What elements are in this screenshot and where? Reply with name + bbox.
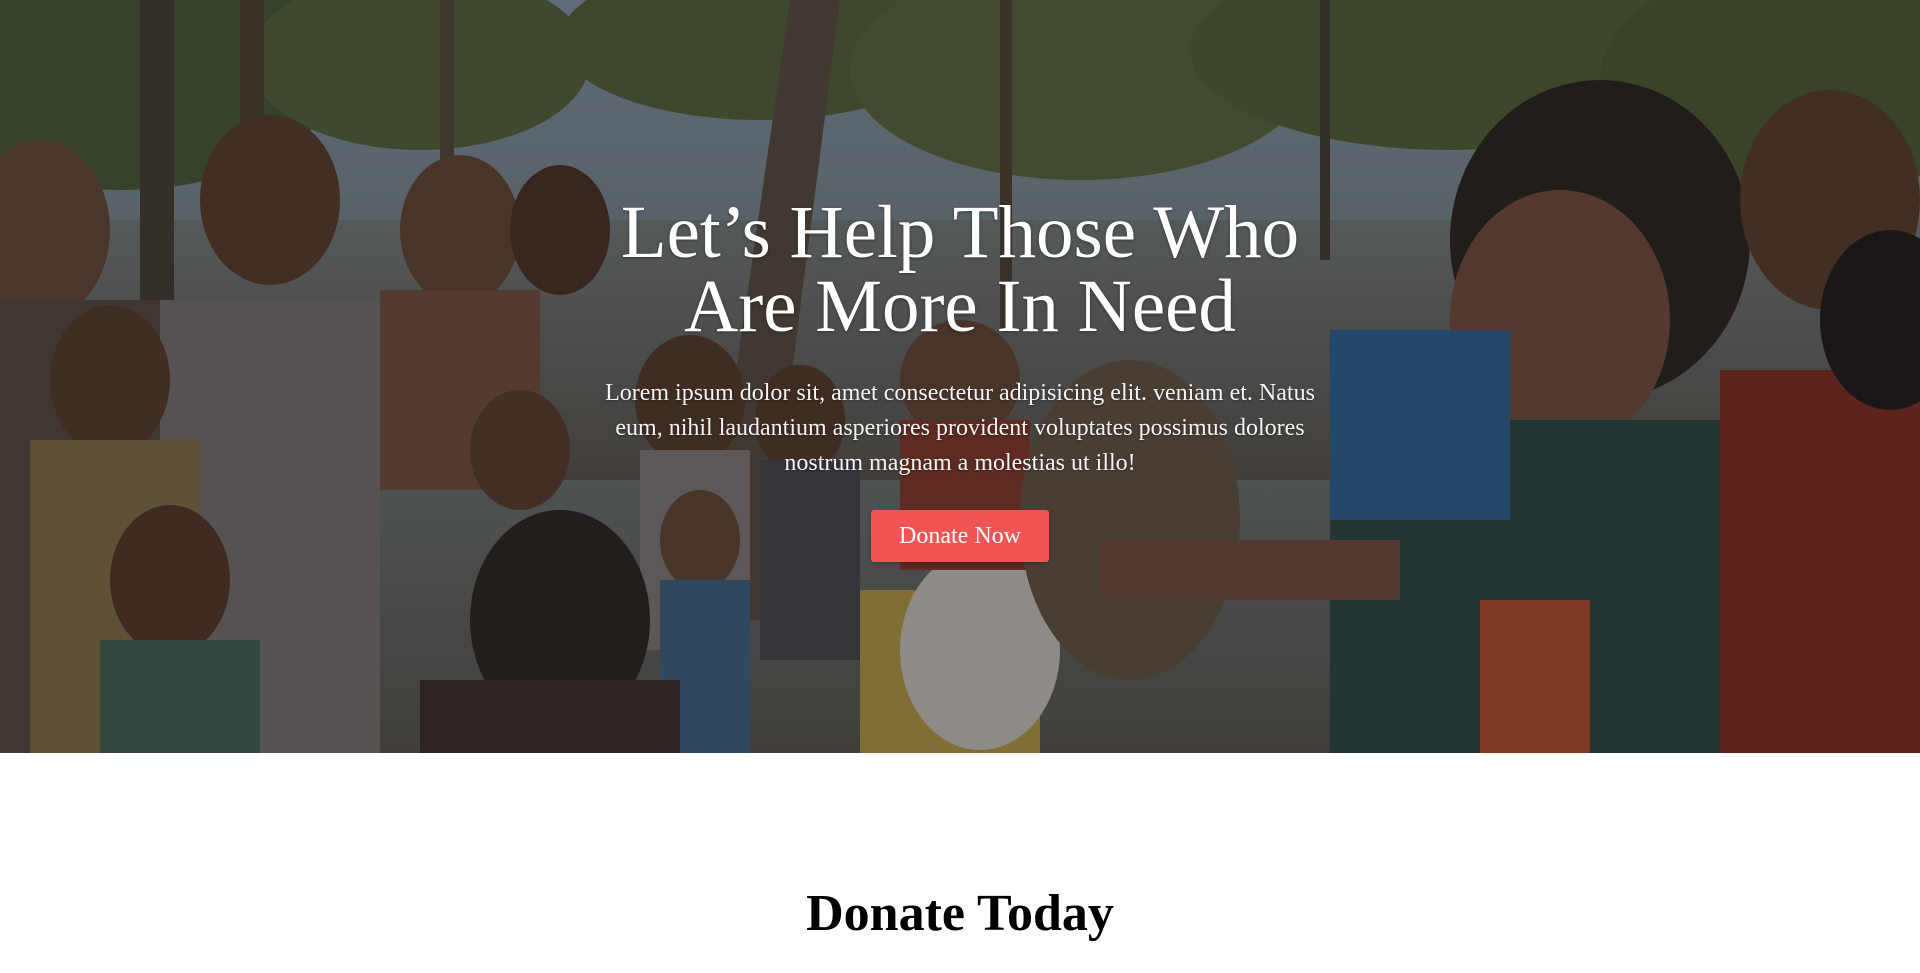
donate-now-button[interactable]: Donate Now — [871, 510, 1049, 562]
section-title: Donate Today — [806, 885, 1114, 942]
hero-title-line-1: Let’s Help Those Who — [620, 191, 1300, 274]
hero-description: Lorem ipsum dolor sit, amet consectetur … — [605, 380, 1315, 476]
hero-title-line-2: Are More In Need — [684, 265, 1236, 348]
hero-title: Let’s Help Those Who Are More In Need — [560, 195, 1360, 344]
hero-content: Let’s Help Those Who Are More In Need Lo… — [0, 0, 1920, 753]
hero-section: Let’s Help Those Who Are More In Need Lo… — [0, 0, 1920, 753]
donate-today-section: Donate Today — [0, 753, 1920, 973]
